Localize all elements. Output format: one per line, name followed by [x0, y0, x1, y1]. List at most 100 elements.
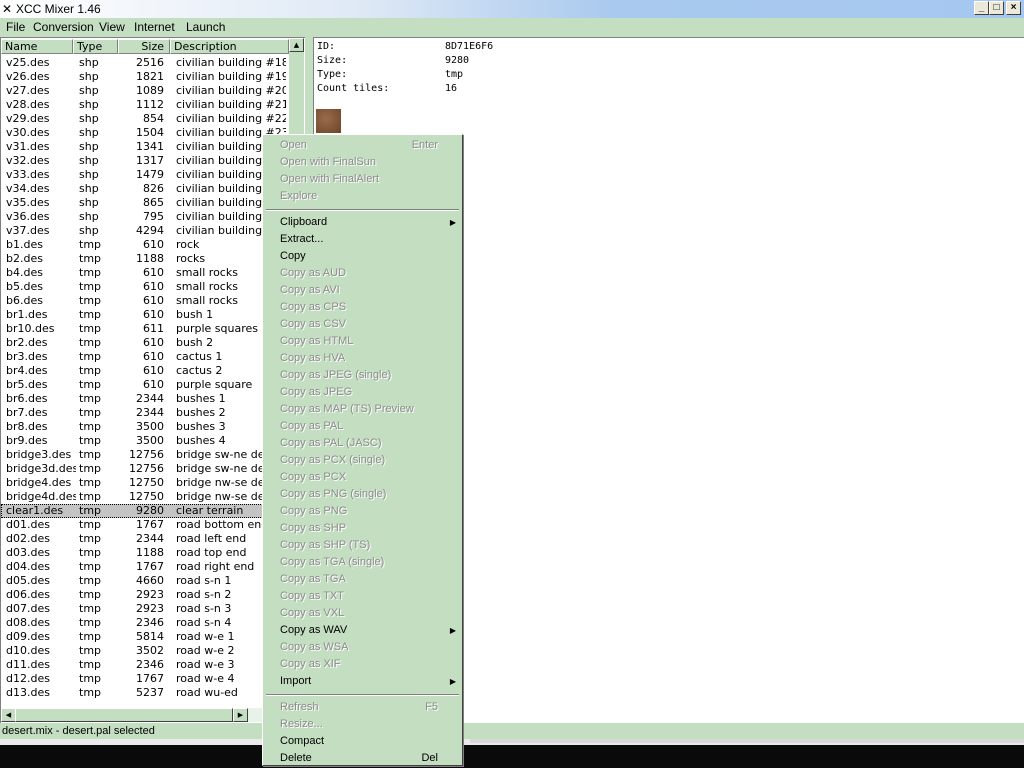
- table-row[interactable]: bridge4.des tmp 12750 bridge nw-se desert: [1, 476, 291, 490]
- scroll-right-icon[interactable]: ▶: [233, 708, 248, 722]
- menu-item-label: Copy as PNG: [280, 505, 348, 517]
- menu-separator: [266, 209, 459, 211]
- table-row[interactable]: v37.des shp 4294 civilian building #30: [1, 224, 291, 238]
- menu-file[interactable]: File: [6, 20, 25, 34]
- table-row[interactable]: br3.des tmp 610 cactus 1: [1, 350, 291, 364]
- table-row[interactable]: br8.des tmp 3500 bushes 3: [1, 420, 291, 434]
- menu-item-copy-as-tga-single: Copy as TGA (single): [263, 554, 462, 571]
- submenu-arrow-icon: ▶: [449, 677, 456, 686]
- info-type-value: tmp: [445, 69, 464, 80]
- menu-conversion[interactable]: Conversion: [33, 20, 94, 34]
- menu-view[interactable]: View: [99, 20, 125, 34]
- table-row[interactable]: br9.des tmp 3500 bushes 4: [1, 434, 291, 448]
- row-size: 1767: [136, 672, 164, 685]
- row-name: bridge4.des: [6, 476, 72, 489]
- row-description: civilian building #19: [176, 70, 286, 83]
- row-size: 1089: [136, 84, 164, 97]
- table-row[interactable]: v33.des shp 1479 civilian building #26: [1, 168, 291, 182]
- row-name: v27.des: [6, 84, 50, 97]
- table-row[interactable]: d12.des tmp 1767 road w-e 4: [1, 672, 291, 686]
- table-row[interactable]: v25.des shp 2516 civilian building #18: [1, 56, 291, 70]
- context-menu: Open Enter Open with FinalSun Open with Fin…: [262, 134, 463, 766]
- table-row[interactable]: br4.des tmp 610 cactus 2: [1, 364, 291, 378]
- table-row[interactable]: d11.des tmp 2346 road w-e 3: [1, 658, 291, 672]
- table-row[interactable]: v31.des shp 1341 civilian building #24: [1, 140, 291, 154]
- table-row[interactable]: v29.des shp 854 civilian building #22: [1, 112, 291, 126]
- scroll-left-icon[interactable]: ◀: [1, 708, 16, 722]
- table-row[interactable]: v36.des shp 795 civilian building #29: [1, 210, 291, 224]
- table-row[interactable]: b4.des tmp 610 small rocks: [1, 266, 291, 280]
- row-name: br2.des: [6, 336, 48, 349]
- table-row[interactable]: clear1.des tmp 9280 clear terrain: [1, 504, 291, 518]
- table-row[interactable]: bridge4d.destmp12750bridge nw-se destroy…: [1, 490, 291, 504]
- row-name: d05.des: [6, 574, 50, 587]
- column-header-description[interactable]: Description: [170, 39, 289, 54]
- row-name: v36.des: [6, 210, 50, 223]
- row-name: v34.des: [6, 182, 50, 195]
- table-row[interactable]: v34.des shp 826 civilian building #27: [1, 182, 291, 196]
- row-size: 12750: [129, 490, 164, 503]
- table-row[interactable]: d09.des tmp 5814 road w-e 1: [1, 630, 291, 644]
- table-row[interactable]: d06.des tmp 2923 road s-n 2: [1, 588, 291, 602]
- row-name: br10.des: [6, 322, 55, 335]
- table-row[interactable]: b1.des tmp 610 rock: [1, 238, 291, 252]
- menu-launch[interactable]: Launch: [186, 20, 225, 34]
- menu-item-shortcut: F5: [425, 701, 438, 713]
- menu-item-copy-as-aud: Copy as AUD: [263, 265, 462, 282]
- table-row[interactable]: v32.des shp 1317 civilian building #25: [1, 154, 291, 168]
- menu-item-label: Copy as CSV: [280, 318, 347, 330]
- table-row[interactable]: br7.des tmp 2344 bushes 2: [1, 406, 291, 420]
- menu-internet[interactable]: Internet: [134, 20, 175, 34]
- table-row[interactable]: b2.des tmp 1188 rocks: [1, 252, 291, 266]
- table-row[interactable]: v26.des shp 1821 civilian building #19: [1, 70, 291, 84]
- table-row[interactable]: d08.des tmp 2346 road s-n 4: [1, 616, 291, 630]
- menu-item-clipboard[interactable]: Clipboard ▶: [263, 214, 462, 231]
- table-row[interactable]: d02.des tmp 2344 road left end: [1, 532, 291, 546]
- menu-item-compact[interactable]: Compact: [263, 733, 462, 750]
- menu-item-extract[interactable]: Extract...: [263, 231, 462, 248]
- table-row[interactable]: br10.des tmp 611 purple squares: [1, 322, 291, 336]
- table-row[interactable]: v30.des shp 1504 civilian building #23: [1, 126, 291, 140]
- table-row[interactable]: b6.des tmp 610 small rocks: [1, 294, 291, 308]
- file-rows: v25.des shp 2516 civilian building #18 v26.d…: [1, 56, 291, 700]
- column-header-size[interactable]: Size: [118, 39, 170, 54]
- menu-item-label: Copy as XIF: [280, 658, 341, 670]
- table-row[interactable]: d05.des tmp 4660 road s-n 1: [1, 574, 291, 588]
- table-row[interactable]: v35.des shp 865 civilian building #28: [1, 196, 291, 210]
- table-row[interactable]: d13.des tmp 5237 road wu-ed: [1, 686, 291, 700]
- table-row[interactable]: d04.des tmp 1767 road right end: [1, 560, 291, 574]
- row-size: 1504: [136, 126, 164, 139]
- menu-item-delete[interactable]: Delete Del: [263, 750, 462, 767]
- menu-item-copy-as-wav[interactable]: Copy as WAV ▶: [263, 622, 462, 639]
- horizontal-scrollbar[interactable]: ◀ ▶: [1, 708, 289, 722]
- scroll-up-icon[interactable]: ▲: [289, 38, 304, 52]
- table-row[interactable]: d03.des tmp 1188 road top end: [1, 546, 291, 560]
- column-header-name[interactable]: Name: [1, 39, 73, 54]
- row-size: 1317: [136, 154, 164, 167]
- table-row[interactable]: br1.des tmp 610 bush 1: [1, 308, 291, 322]
- table-row[interactable]: d10.des tmp 3502 road w-e 2: [1, 644, 291, 658]
- row-size: 610: [143, 294, 164, 307]
- screen-artifact: [0, 739, 1024, 768]
- close-button[interactable]: ×: [1006, 1, 1021, 15]
- table-row[interactable]: v27.des shp 1089 civilian building #20: [1, 84, 291, 98]
- table-row[interactable]: b5.des tmp 610 small rocks: [1, 280, 291, 294]
- menu-item-label: Resize...: [280, 718, 323, 730]
- row-size: 1188: [136, 546, 164, 559]
- table-row[interactable]: br5.des tmp 610 purple square: [1, 378, 291, 392]
- file-list[interactable]: Name Type Size Description v25.des shp 251…: [0, 37, 305, 724]
- table-row[interactable]: br2.des tmp 610 bush 2: [1, 336, 291, 350]
- minimize-button[interactable]: _: [974, 1, 989, 15]
- horizontal-scroll-thumb[interactable]: [15, 708, 233, 722]
- maximize-button[interactable]: □: [989, 1, 1004, 15]
- table-row[interactable]: v28.des shp 1112 civilian building #21: [1, 98, 291, 112]
- table-row[interactable]: bridge3d.destmp12756bridge sw-ne destroy…: [1, 462, 291, 476]
- row-name: v28.des: [6, 98, 50, 111]
- menu-item-copy[interactable]: Copy: [263, 248, 462, 265]
- table-row[interactable]: d01.des tmp 1767 road bottom end: [1, 518, 291, 532]
- table-row[interactable]: d07.des tmp 2923 road s-n 3: [1, 602, 291, 616]
- table-row[interactable]: br6.des tmp 2344 bushes 1: [1, 392, 291, 406]
- column-header-type[interactable]: Type: [73, 39, 118, 54]
- menu-item-import[interactable]: Import ▶: [263, 673, 462, 690]
- table-row[interactable]: bridge3.des tmp 12756 bridge sw-ne desert: [1, 448, 291, 462]
